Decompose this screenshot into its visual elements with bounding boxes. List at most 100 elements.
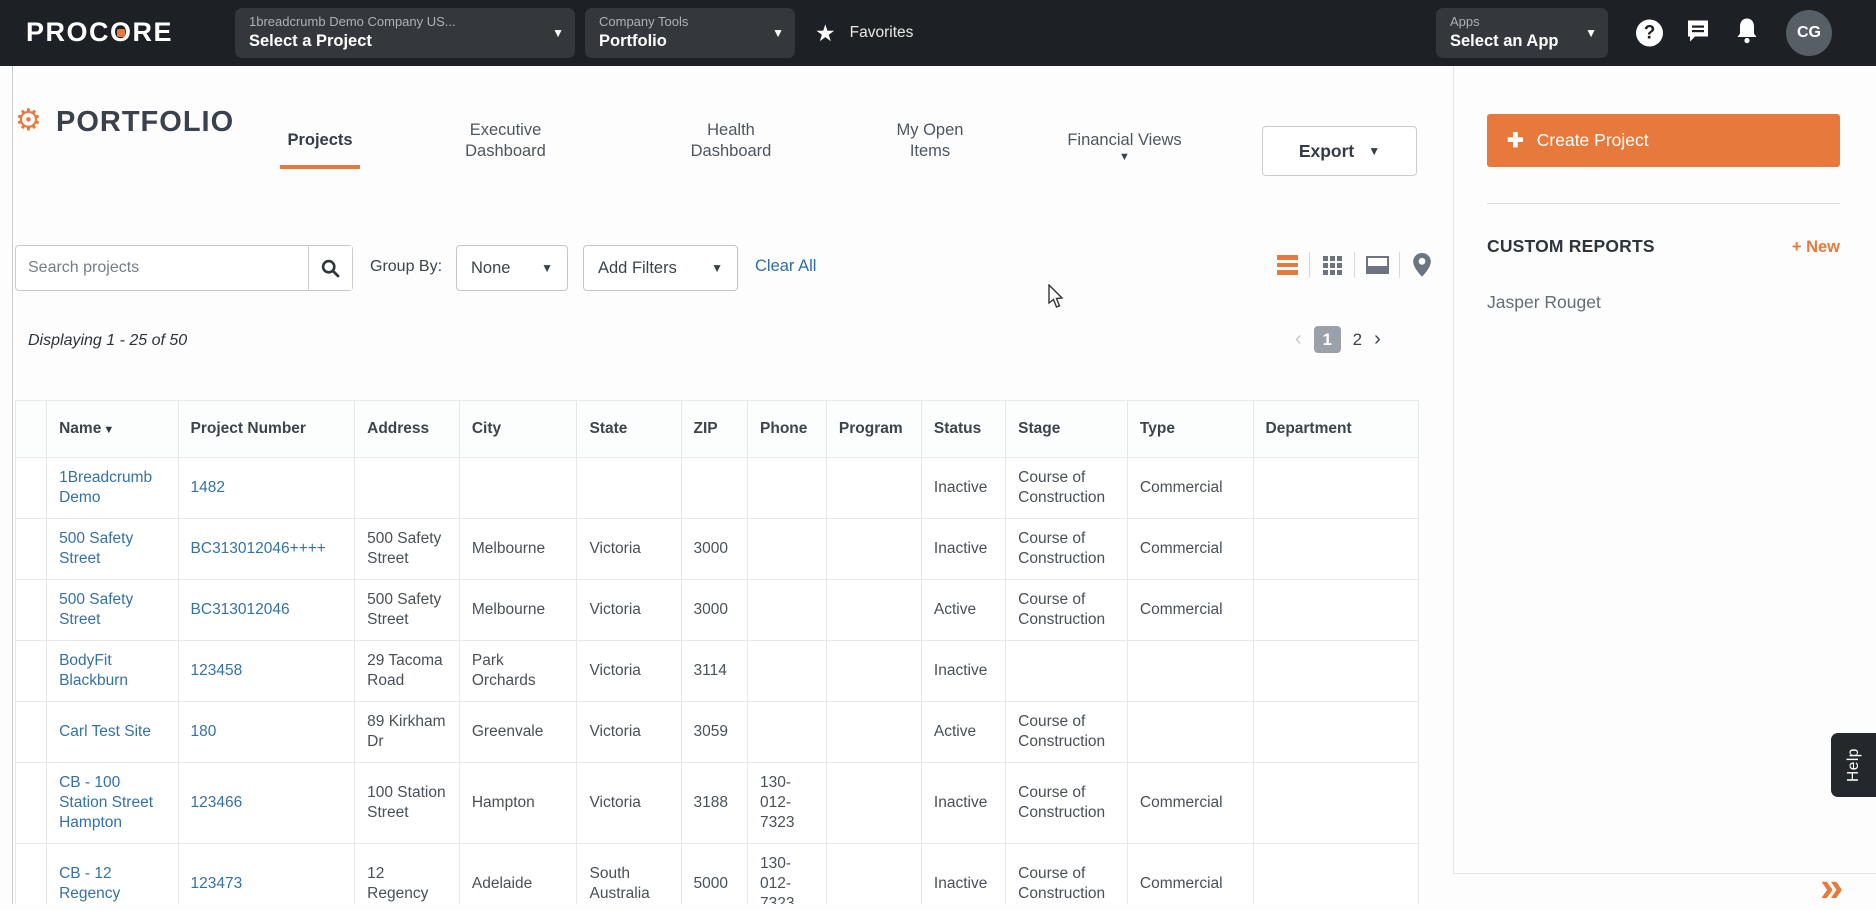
help-tab[interactable]: Help — [1831, 733, 1876, 797]
cell-number: BC313012046++++ — [178, 519, 355, 580]
map-view-icon[interactable] — [1409, 252, 1435, 278]
tab-projects[interactable]: Projects — [275, 130, 365, 151]
sort-desc-icon: ▼ — [103, 424, 114, 436]
project-picker-dropdown[interactable]: 1breadcrumb Demo Company US... Select a … — [235, 8, 575, 58]
table-row: CB - 12 Regency12347312 RegencyAdelaideS… — [16, 844, 1419, 905]
cell-city: Greenvale — [459, 702, 577, 763]
cell-flag — [16, 580, 47, 641]
bell-icon[interactable] — [1734, 17, 1760, 50]
column-header-program[interactable]: Program — [826, 401, 921, 458]
pagination-page-2[interactable]: 2 — [1353, 330, 1362, 350]
cell-status: Inactive — [921, 458, 1005, 519]
add-filters-dropdown[interactable]: Add Filters ▼ — [583, 245, 738, 291]
search-input[interactable] — [16, 246, 308, 290]
cell-number: 123458 — [178, 641, 355, 702]
tab-health-dashboard[interactable]: Health Dashboard — [676, 120, 786, 162]
cell-name: 500 Safety Street — [47, 580, 178, 641]
export-button[interactable]: Export ▼ — [1262, 126, 1417, 176]
name-link[interactable]: 1Breadcrumb Demo — [59, 469, 152, 506]
chevron-down-icon: ▼ — [552, 26, 564, 40]
card-view-icon[interactable] — [1364, 252, 1390, 278]
number-link[interactable]: 1482 — [191, 479, 225, 496]
cell-department — [1253, 580, 1419, 641]
table-header-row: Name▼Project NumberAddressCityStateZIPPh… — [16, 401, 1419, 458]
name-link[interactable]: CB - 12 Regency — [59, 865, 120, 902]
new-report-link[interactable]: + New — [1792, 238, 1840, 257]
name-link[interactable]: Carl Test Site — [59, 723, 151, 740]
name-link[interactable]: CB - 100 Station Street Hampton — [59, 774, 153, 831]
column-header-phone[interactable]: Phone — [748, 401, 827, 458]
company-tools-dropdown[interactable]: Company Tools Portfolio ▼ — [585, 8, 795, 58]
pagination-prev-icon[interactable]: ‹ — [1295, 328, 1302, 351]
cell-state: South Australia — [577, 844, 681, 905]
create-project-button[interactable]: ✚ Create Project — [1487, 114, 1840, 167]
cell-city: Adelaide — [459, 844, 577, 905]
column-header-status[interactable]: Status — [921, 401, 1005, 458]
cell-stage: Course of Construction — [1006, 519, 1128, 580]
tool-settings-gear-icon[interactable]: ⚙ — [15, 106, 42, 136]
expand-chevrons-icon[interactable]: » — [1820, 866, 1843, 908]
cell-city — [459, 458, 577, 519]
number-link[interactable]: BC313012046++++ — [191, 540, 326, 557]
cell-type: Commercial — [1127, 763, 1253, 844]
number-link[interactable]: 123466 — [191, 794, 243, 811]
name-link[interactable]: 500 Safety Street — [59, 591, 133, 628]
cell-department — [1253, 458, 1419, 519]
cell-status: Inactive — [921, 763, 1005, 844]
number-link[interactable]: 123458 — [191, 662, 243, 679]
cell-state: Victoria — [577, 641, 681, 702]
cell-number: 1482 — [178, 458, 355, 519]
table-row: Carl Test Site18089 Kirkham DrGreenvaleV… — [16, 702, 1419, 763]
column-header-name[interactable]: Name▼ — [47, 401, 178, 458]
name-link[interactable]: 500 Safety Street — [59, 530, 133, 567]
cell-address: 29 Tacoma Road — [355, 641, 460, 702]
plus-icon: ✚ — [1507, 128, 1524, 153]
cell-type: Commercial — [1127, 519, 1253, 580]
apps-label: Apps — [1450, 14, 1578, 30]
cell-address: 100 Station Street — [355, 763, 460, 844]
chat-icon[interactable] — [1684, 17, 1712, 50]
number-link[interactable]: 180 — [191, 723, 217, 740]
grid-view-icon[interactable] — [1319, 252, 1345, 278]
table-row: BodyFit Blackburn12345829 Tacoma RoadPar… — [16, 641, 1419, 702]
tab-financial-views[interactable]: Financial Views ▼ — [1052, 130, 1197, 163]
apps-dropdown[interactable]: Apps Select an App ▼ — [1436, 8, 1608, 58]
column-header-city[interactable]: City — [459, 401, 577, 458]
column-header-stage[interactable]: Stage — [1006, 401, 1128, 458]
pagination-page-1[interactable]: 1 — [1314, 326, 1341, 353]
number-link[interactable]: 123473 — [191, 875, 243, 892]
list-view-icon[interactable] — [1274, 252, 1300, 278]
cell-flag — [16, 641, 47, 702]
cell-status: Inactive — [921, 519, 1005, 580]
cell-phone — [748, 519, 827, 580]
column-header-number[interactable]: Project Number — [178, 401, 355, 458]
user-avatar[interactable]: CG — [1786, 10, 1832, 56]
cell-phone — [748, 702, 827, 763]
table-row: 1Breadcrumb Demo 1482 InactiveCourse of Co… — [16, 458, 1419, 519]
cell-stage: Course of Construction — [1006, 763, 1128, 844]
name-link[interactable]: BodyFit Blackburn — [59, 652, 128, 689]
cell-stage: Course of Construction — [1006, 458, 1128, 519]
help-icon[interactable]: ? — [1636, 20, 1663, 47]
table-row: 500 Safety StreetBC313012046500 Safety S… — [16, 580, 1419, 641]
number-link[interactable]: BC313012046 — [191, 601, 290, 618]
search-button[interactable] — [308, 246, 352, 290]
cell-phone — [748, 641, 827, 702]
procore-logo[interactable]: PROCORE — [26, 17, 173, 48]
view-mode-toggle — [1274, 252, 1435, 278]
sidebar-bottom-border — [1453, 873, 1876, 874]
tab-my-open-items[interactable]: My Open Items — [884, 120, 976, 162]
cell-type: Commercial — [1127, 844, 1253, 905]
column-header-zip[interactable]: ZIP — [681, 401, 748, 458]
favorites-button[interactable]: ★ Favorites — [815, 0, 913, 66]
column-header-state[interactable]: State — [577, 401, 681, 458]
column-header-address[interactable]: Address — [355, 401, 460, 458]
custom-report-item[interactable]: Jasper Rouget — [1487, 292, 1601, 313]
clear-all-link[interactable]: Clear All — [755, 257, 816, 276]
tab-executive-dashboard[interactable]: Executive Dashboard — [448, 120, 563, 162]
cell-department — [1253, 702, 1419, 763]
group-by-select[interactable]: None ▼ — [456, 245, 568, 291]
column-header-department[interactable]: Department — [1253, 401, 1419, 458]
column-header-type[interactable]: Type — [1127, 401, 1253, 458]
pagination-next-icon[interactable]: › — [1374, 328, 1381, 351]
